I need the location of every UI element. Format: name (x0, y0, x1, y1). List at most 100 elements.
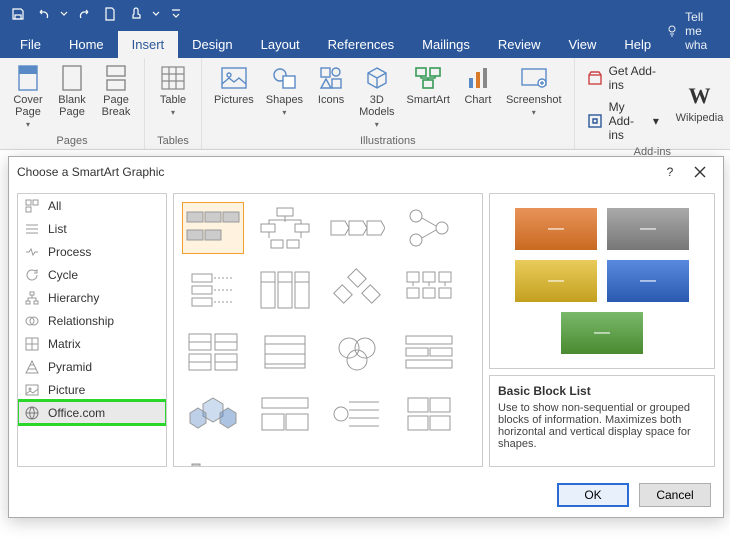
category-pyramid[interactable]: Pyramid (18, 355, 166, 378)
hierarchy-icon (24, 290, 40, 306)
gallery-thumb[interactable] (182, 450, 244, 467)
cover-page-button[interactable]: Cover Page▾ (8, 62, 48, 131)
tell-me-label: Tell me wha (685, 10, 720, 52)
blank-page-button[interactable]: Blank Page (52, 62, 92, 120)
all-icon (24, 198, 40, 214)
tab-mailings[interactable]: Mailings (408, 31, 484, 58)
tab-view[interactable]: View (554, 31, 610, 58)
relationship-icon (24, 313, 40, 329)
redo-icon[interactable] (72, 2, 96, 26)
gallery-thumb[interactable] (254, 202, 316, 254)
pictures-button[interactable]: Pictures (210, 62, 258, 108)
group-label-pages: Pages (56, 133, 87, 147)
addin-icon (587, 113, 603, 129)
category-cycle[interactable]: Cycle (18, 263, 166, 286)
dialog-titlebar[interactable]: Choose a SmartArt Graphic ? (9, 157, 723, 187)
gallery-thumb[interactable] (182, 202, 244, 254)
matrix-icon (24, 336, 40, 352)
new-doc-icon[interactable] (98, 2, 122, 26)
ribbon: Cover Page▾ Blank Page Page Break Pages … (0, 58, 730, 150)
category-all[interactable]: All (18, 194, 166, 217)
ribbon-tabs: File Home Insert Design Layout Reference… (0, 28, 730, 58)
gallery-thumb[interactable] (326, 388, 388, 440)
tab-file[interactable]: File (6, 31, 55, 58)
table-button[interactable]: Table▾ (153, 62, 193, 119)
gallery-thumb[interactable] (182, 264, 244, 316)
touch-mode-icon[interactable] (124, 2, 148, 26)
tab-help[interactable]: Help (610, 31, 665, 58)
bulb-icon (665, 24, 679, 38)
tab-references[interactable]: References (314, 31, 408, 58)
smartart-dialog: Choose a SmartArt Graphic ? All List Pro… (8, 156, 724, 518)
save-icon[interactable] (6, 2, 30, 26)
category-list[interactable]: List (18, 217, 166, 240)
gallery-thumb[interactable] (326, 202, 388, 254)
smartart-button[interactable]: SmartArt (403, 62, 454, 108)
gallery-thumb[interactable] (398, 388, 460, 440)
preview-block: — (561, 312, 643, 354)
gallery-thumb[interactable] (182, 388, 244, 440)
group-label-illustrations: Illustrations (360, 133, 416, 147)
tab-design[interactable]: Design (178, 31, 246, 58)
tab-insert[interactable]: Insert (118, 31, 179, 58)
tell-me[interactable]: Tell me wha (665, 10, 730, 58)
touch-caret-icon[interactable] (150, 2, 162, 26)
group-tables: Table▾ Tables (145, 58, 202, 149)
cycle-icon (24, 267, 40, 283)
store-icon (587, 70, 603, 86)
get-addins-button[interactable]: Get Add-ins (583, 62, 663, 94)
preview-panel: — — — — — Basic Block List Use to show n… (489, 193, 715, 467)
category-matrix[interactable]: Matrix (18, 332, 166, 355)
close-icon[interactable] (685, 157, 715, 187)
my-addins-button[interactable]: My Add-ins▾ (583, 98, 663, 144)
category-picture[interactable]: Picture (18, 378, 166, 401)
gallery-thumb[interactable] (326, 264, 388, 316)
wikipedia-button[interactable]: WWikipedia (677, 80, 722, 126)
pyramid-icon (24, 359, 40, 375)
dialog-footer: OK Cancel (9, 473, 723, 517)
quick-access-toolbar (0, 0, 730, 28)
page-break-button[interactable]: Page Break (96, 62, 136, 120)
gallery-thumb[interactable] (326, 326, 388, 378)
cancel-button[interactable]: Cancel (639, 483, 711, 507)
undo-caret-icon[interactable] (58, 2, 70, 26)
tab-home[interactable]: Home (55, 31, 118, 58)
chart-button[interactable]: Chart (458, 62, 498, 108)
3d-models-button[interactable]: 3D Models▾ (355, 62, 398, 131)
category-panel: All List Process Cycle Hierarchy Relatio… (17, 193, 167, 467)
tab-review[interactable]: Review (484, 31, 555, 58)
gallery-thumb[interactable] (398, 264, 460, 316)
category-hierarchy[interactable]: Hierarchy (18, 286, 166, 309)
gallery-thumb[interactable] (254, 388, 316, 440)
group-addins: Get Add-ins My Add-ins▾ WWikipedia Add-i… (575, 58, 730, 149)
category-office-com[interactable]: Office.com (18, 401, 166, 424)
gallery-thumb[interactable] (182, 326, 244, 378)
group-illustrations: Pictures Shapes▾ Icons 3D Models▾ SmartA… (202, 58, 575, 149)
gallery-thumb[interactable] (398, 202, 460, 254)
shapes-button[interactable]: Shapes▾ (262, 62, 307, 119)
icons-button[interactable]: Icons (311, 62, 351, 108)
preview-description: Use to show non-sequential or grouped bl… (498, 402, 706, 450)
gallery-thumb[interactable] (254, 326, 316, 378)
ok-button[interactable]: OK (557, 483, 629, 507)
smartart-gallery (173, 193, 483, 467)
help-icon[interactable]: ? (655, 157, 685, 187)
qat-customize-icon[interactable] (164, 2, 188, 26)
preview-block: — (607, 260, 689, 302)
gallery-thumb[interactable] (398, 326, 460, 378)
picture-icon (24, 382, 40, 398)
screenshot-button[interactable]: Screenshot▾ (502, 62, 566, 119)
gallery-thumb[interactable] (254, 264, 316, 316)
category-process[interactable]: Process (18, 240, 166, 263)
group-label-tables: Tables (157, 133, 189, 147)
group-pages: Cover Page▾ Blank Page Page Break Pages (0, 58, 145, 149)
preview-block: — (515, 260, 597, 302)
category-relationship[interactable]: Relationship (18, 309, 166, 332)
dialog-title: Choose a SmartArt Graphic (17, 165, 164, 179)
preview-canvas: — — — — — (489, 193, 715, 369)
list-icon (24, 221, 40, 237)
preview-title: Basic Block List (498, 384, 706, 398)
process-icon (24, 244, 40, 260)
undo-icon[interactable] (32, 2, 56, 26)
tab-layout[interactable]: Layout (247, 31, 314, 58)
